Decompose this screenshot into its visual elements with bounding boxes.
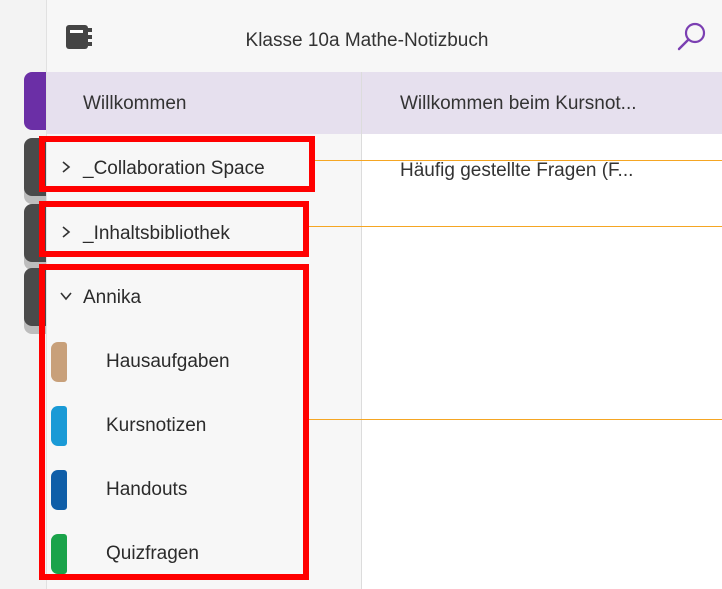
page-item-faq[interactable]: Häufig gestellte Fragen (F...	[362, 146, 722, 202]
notebook-header: Klasse 10a Mathe-Notizbuch	[47, 0, 722, 72]
callout-line	[309, 226, 722, 227]
callout-line	[315, 160, 722, 161]
notebook-tab-face	[24, 72, 46, 130]
notebook-title[interactable]: Klasse 10a Mathe-Notizbuch	[107, 30, 627, 52]
callout-line	[309, 419, 722, 420]
page-list: Willkommen beim Kursnot... Häufig gestel…	[362, 72, 722, 589]
page-item-label: Häufig gestellte Fragen (F...	[400, 160, 634, 181]
highlight-box-content-library	[39, 201, 309, 257]
notebook-icon[interactable]	[65, 24, 93, 50]
section-welcome[interactable]: Willkommen	[47, 72, 361, 134]
section-welcome-label: Willkommen	[83, 93, 187, 114]
search-icon[interactable]	[675, 20, 709, 54]
highlight-box-collaboration-space	[39, 136, 315, 192]
highlight-box-annika	[39, 264, 309, 580]
notebook-tab-welcome[interactable]	[24, 72, 46, 130]
page-welcome[interactable]: Willkommen beim Kursnot...	[362, 72, 722, 134]
page-welcome-label: Willkommen beim Kursnot...	[400, 93, 637, 114]
